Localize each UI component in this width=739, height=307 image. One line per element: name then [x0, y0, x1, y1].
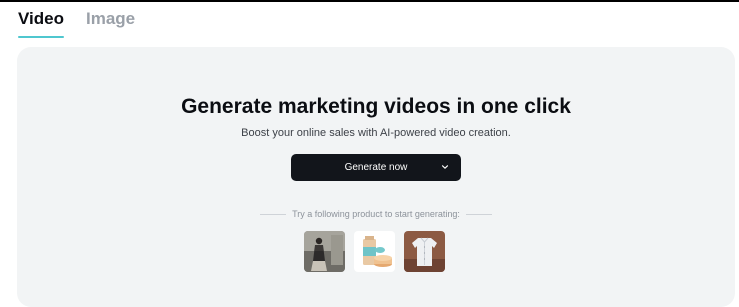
- tab-image[interactable]: Image: [86, 8, 135, 38]
- top-border: [0, 0, 739, 2]
- fashion-outfit-thumbnail[interactable]: [304, 231, 345, 272]
- sample-prompt-row: Try a following product to start generat…: [17, 209, 735, 219]
- sample-products: [304, 231, 445, 272]
- divider-right: [465, 213, 492, 215]
- hero-subtitle: Boost your online sales with AI-powered …: [241, 127, 511, 139]
- generate-now-button[interactable]: Generate now: [291, 154, 461, 181]
- white-shirt-thumbnail[interactable]: [404, 231, 445, 272]
- divider-left: [260, 213, 287, 215]
- generate-now-label: Generate now: [344, 162, 408, 173]
- generator-panel: Generate marketing videos in one click B…: [17, 47, 735, 307]
- hero-title: Generate marketing videos in one click: [181, 95, 571, 118]
- mode-tabs: Video Image: [18, 8, 135, 40]
- chevron-down-icon[interactable]: [441, 163, 449, 171]
- sample-prompt-text: Try a following product to start generat…: [292, 209, 460, 219]
- tab-video[interactable]: Video: [18, 8, 64, 38]
- skincare-jar-thumbnail[interactable]: [354, 231, 395, 272]
